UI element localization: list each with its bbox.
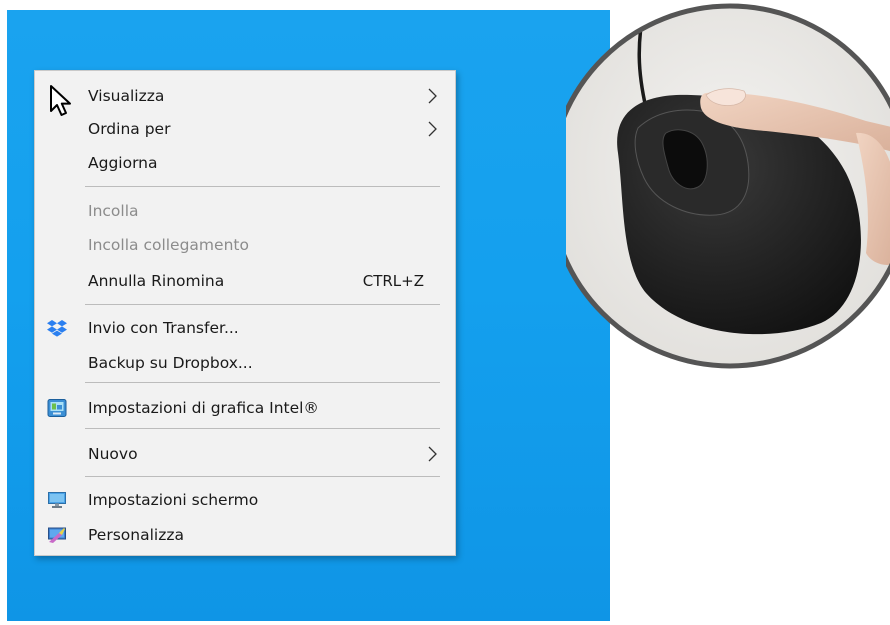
menu-item-personalizza[interactable]: Personalizza [35,518,455,552]
menu-item-impostazioni-schermo[interactable]: Impostazioni schermo [35,483,455,517]
mouse-pointer-icon [50,85,71,116]
menu-item-invio-con-transfer[interactable]: Invio con Transfer... [35,311,455,345]
menu-item-incolla-collegamento: Incolla collegamento [35,228,455,262]
menu-item-label: Incolla collegamento [88,236,249,254]
display-settings-icon [48,492,66,508]
menu-item-label: Annulla Rinomina [88,272,225,290]
menu-item-impostazioni-grafica-intel[interactable]: Impostazioni di grafica Intel® [35,391,455,425]
menu-item-ordina-per[interactable]: Ordina per [35,112,455,146]
menu-item-annulla-rinomina[interactable]: Annulla Rinomina CTRL+Z [35,264,455,298]
menu-item-backup-su-dropbox[interactable]: Backup su Dropbox... [35,346,455,380]
chevron-right-icon [428,446,437,462]
chevron-right-icon [428,88,437,104]
menu-item-label: Nuovo [88,445,138,463]
menu-item-label: Incolla [88,202,139,220]
menu-item-label: Visualizza [88,87,165,105]
intel-graphics-icon [47,399,67,417]
menu-item-label: Invio con Transfer... [88,319,239,337]
menu-separator [85,476,440,477]
menu-item-label: Impostazioni schermo [88,491,259,509]
menu-item-visualizza[interactable]: Visualizza [35,79,455,113]
menu-separator [85,186,440,187]
menu-item-label: Impostazioni di grafica Intel® [88,399,319,417]
menu-item-nuovo[interactable]: Nuovo [35,437,455,471]
menu-item-label: Ordina per [88,120,171,138]
menu-separator [85,382,440,383]
menu-item-aggiorna[interactable]: Aggiorna [35,146,455,180]
menu-item-label: Aggiorna [88,154,158,172]
mouse-right-click-photo [566,3,890,369]
menu-item-label: Backup su Dropbox... [88,354,253,372]
personalize-icon [48,527,66,543]
menu-separator [85,428,440,429]
dropbox-icon [47,320,67,337]
menu-separator [85,304,440,305]
chevron-right-icon [428,121,437,137]
menu-item-incolla: Incolla [35,194,455,228]
desktop-context-menu: Visualizza Ordina per Aggiorna Incolla I… [34,70,456,556]
shortcut-label: CTRL+Z [362,272,424,290]
menu-item-label: Personalizza [88,526,184,544]
